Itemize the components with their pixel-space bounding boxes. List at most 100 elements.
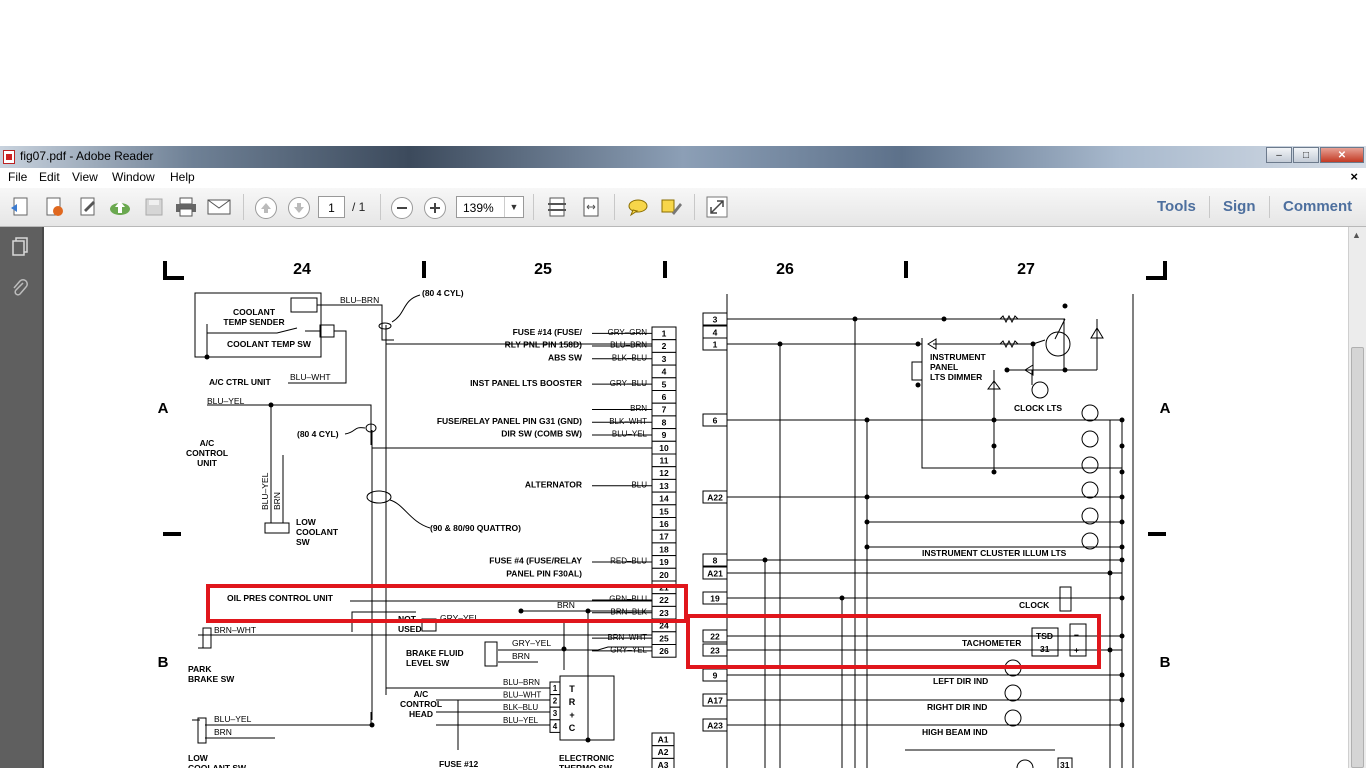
menu-window[interactable]: Window [112, 170, 155, 184]
fit-page-icon[interactable] [545, 195, 569, 219]
wire-color-label: BLK–WHT [609, 417, 647, 426]
wire-color-label: BLK–BLU [612, 353, 647, 362]
menu-help[interactable]: Help [170, 170, 195, 184]
connector-pin-number: 26 [659, 646, 669, 656]
junction-dot [585, 737, 591, 743]
wire-color-label: BLU–WHT [503, 691, 541, 700]
connector-circuit-label: ALTERNATOR [525, 479, 582, 489]
ac-control-unit-label: A/C CONTROL UNIT [186, 438, 228, 468]
upload-cloud-icon[interactable] [108, 195, 132, 219]
maximize-button[interactable]: □ [1293, 147, 1319, 163]
tools-button[interactable]: Tools [1157, 198, 1196, 215]
coolant-temp-sw-label: COOLANT TEMP SW [227, 339, 312, 349]
connector-pin-number: 8 [662, 417, 667, 427]
bottom-31-label: 31 [1060, 760, 1070, 768]
comment-bubble-icon[interactable] [626, 195, 650, 219]
connector-pin-number: 6 [662, 392, 667, 402]
sign-button[interactable]: Sign [1223, 198, 1256, 215]
connector-pin-number: 17 [659, 532, 669, 542]
connector-circuit-label: ABS SW [548, 352, 583, 362]
wire-color-label: BRN–WHT [607, 633, 647, 642]
zoom-value: 139% [463, 201, 494, 215]
wire-color-label: GRY–GRN [608, 328, 648, 337]
terminal-label: R [569, 697, 576, 707]
wire-color-label: GRY–YEL [610, 646, 647, 655]
zoom-in-icon[interactable] [424, 197, 446, 219]
vertical-scrollbar[interactable]: ▲ [1348, 227, 1366, 768]
highlight-text-icon[interactable] [659, 195, 683, 219]
close-button[interactable]: ✕ [1320, 147, 1364, 163]
wire-color-label: BLU–BRN [503, 678, 540, 687]
clock-lts-label: CLOCK LTS [1014, 403, 1062, 413]
connector-pin-number: 3 [713, 315, 718, 325]
row-b-left: B [158, 654, 169, 671]
tachometer-highlight [686, 614, 1101, 669]
page-thumbnails-icon[interactable] [11, 237, 29, 256]
comment-button[interactable]: Comment [1283, 198, 1352, 215]
email-icon[interactable] [207, 195, 231, 219]
connector-pin-number: 16 [659, 519, 669, 529]
park-brake-sw-label: PARK BRAKE SW [188, 664, 235, 684]
window-controls: ‒ □ ✕ [1265, 147, 1364, 163]
fit-width-icon[interactable] [579, 195, 603, 219]
wire-blu-wht: BLU–WHT [290, 372, 331, 382]
connector-pin-number: 8 [713, 556, 718, 566]
print-icon[interactable] [174, 195, 198, 219]
tach-plus-terminal: + [1074, 645, 1079, 655]
toolbar-separator [1209, 196, 1210, 218]
low-coolant-sw-label-2: LOW COOLANT SW [188, 753, 247, 768]
column-24: 24 [293, 261, 311, 278]
terminal-label: T [569, 684, 575, 694]
sign-doc-icon[interactable] [76, 195, 100, 219]
row-b-right: B [1160, 654, 1171, 671]
connector-circuit-label: RLY PNL PIN 158D) [505, 340, 582, 350]
zoom-out-icon[interactable] [391, 197, 413, 219]
connector-pin-number: 1 [662, 329, 667, 339]
previous-page-icon[interactable] [255, 197, 277, 219]
wire-color-label: GRY–BLU [610, 379, 647, 388]
connector-pin-number: A2 [658, 747, 669, 757]
tsd-number: 31 [1040, 644, 1050, 654]
save-icon[interactable] [142, 195, 166, 219]
connector-pin-number: 22 [710, 632, 720, 642]
document-view[interactable]: 24 25 26 27 A A B B COOLANT TEMP SENDER … [44, 227, 1348, 768]
wire-blu-yel-2: BLU–YEL [214, 714, 252, 724]
connector-pin-number: 4 [713, 328, 718, 338]
toolbar-separator [614, 194, 615, 220]
pdf-app-icon [3, 150, 15, 164]
instrument-cluster-illum-label: INSTRUMENT CLUSTER ILLUM LTS [922, 548, 1067, 558]
menu-edit[interactable]: Edit [39, 170, 60, 184]
terminal-number: 2 [553, 697, 558, 706]
toolbar-separator [694, 194, 695, 220]
minimize-button[interactable]: ‒ [1266, 147, 1292, 163]
scroll-up-arrow-icon[interactable]: ▲ [1352, 230, 1361, 240]
close-document-button[interactable]: × [1350, 169, 1358, 184]
junction-dot [268, 402, 274, 408]
wire-color-label: GRN–BLU [609, 595, 647, 604]
connector-pin-number: 9 [713, 671, 718, 681]
connector-pin-number: 23 [659, 608, 669, 618]
page-number-input[interactable]: 1 [318, 196, 345, 218]
connector-pin-number: 5 [662, 379, 667, 389]
connector-pin-number: 9 [662, 430, 667, 440]
oil-pres-control-unit-label: OIL PRES CONTROL UNIT [227, 593, 334, 603]
edit-pdf-icon[interactable] [42, 195, 66, 219]
coolant-temp-sender-label: COOLANT TEMP SENDER [223, 307, 284, 327]
menu-view[interactable]: View [72, 170, 98, 184]
scroll-thumb[interactable] [1351, 347, 1364, 768]
zoom-dropdown[interactable]: 139% ▼ [456, 196, 524, 218]
connector-pin-number: 6 [713, 416, 718, 426]
fullscreen-icon[interactable] [705, 195, 729, 219]
menu-file[interactable]: File [8, 170, 27, 184]
cyl-80-label-2: (80 4 CYL) [297, 429, 339, 439]
control-head-wires: BLU–BRN BLU–WHT BLK–BLU BLU–YEL [503, 678, 541, 725]
tachometer-label: TACHOMETER [962, 638, 1021, 648]
column-26: 26 [776, 261, 794, 278]
chevron-down-icon[interactable]: ▼ [504, 197, 523, 217]
create-pdf-icon[interactable] [9, 195, 33, 219]
wire-blu-yel-vertical: BLU–YEL [260, 472, 270, 510]
next-page-icon[interactable] [288, 197, 310, 219]
attachments-paperclip-icon[interactable] [11, 279, 29, 297]
not-used-label: NOT USED [398, 614, 422, 634]
terminal-number: 1 [553, 684, 558, 693]
